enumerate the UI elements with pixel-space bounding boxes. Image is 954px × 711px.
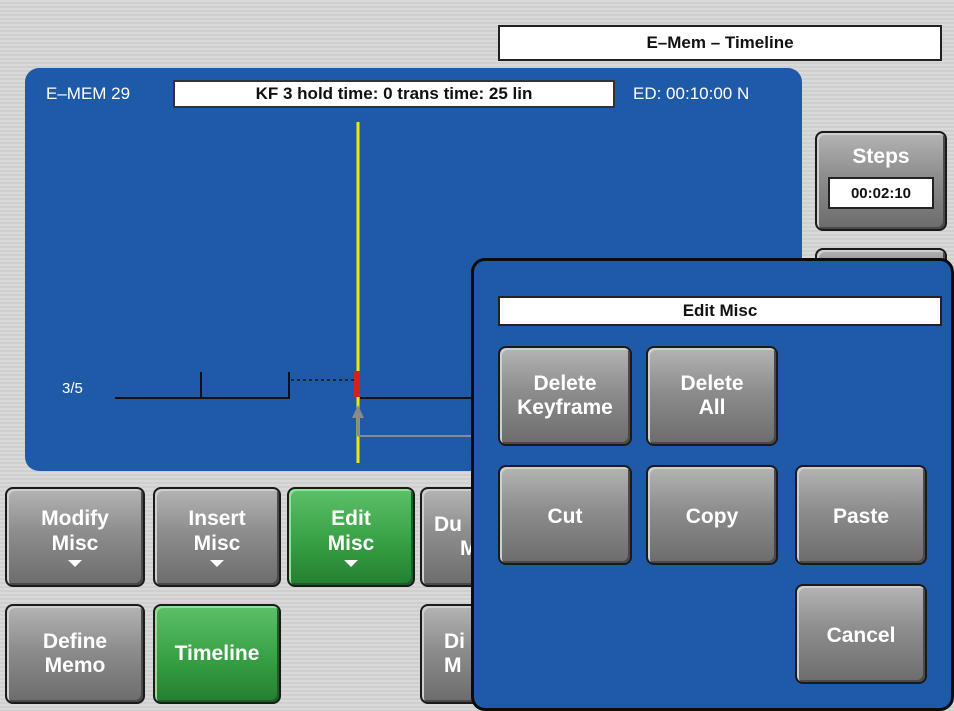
steps-value: 00:02:10: [828, 177, 934, 210]
paste-button[interactable]: Paste: [795, 465, 927, 565]
dropdown-arrow-icon: [68, 559, 82, 567]
dropdown-arrow-icon: [344, 559, 358, 567]
insert-misc-button[interactable]: Insert Misc: [153, 487, 281, 587]
edit-misc-button[interactable]: Edit Misc: [287, 487, 415, 587]
current-keyframe-marker: [354, 371, 360, 397]
define-memo-button[interactable]: Define Memo: [5, 604, 145, 704]
delete-all-button[interactable]: Delete All: [646, 346, 778, 446]
cancel-button[interactable]: Cancel: [795, 584, 927, 684]
copy-button[interactable]: Copy: [646, 465, 778, 565]
timeline-button[interactable]: Timeline: [153, 604, 281, 704]
delete-keyframe-button[interactable]: Delete Keyframe: [498, 346, 632, 446]
steps-label: Steps: [852, 145, 910, 168]
dialog-title: Edit Misc: [498, 296, 942, 326]
modify-misc-button[interactable]: Modify Misc: [5, 487, 145, 587]
dropdown-arrow-icon: [210, 559, 224, 567]
keyframe-pointer-icon: [352, 405, 364, 418]
cut-button[interactable]: Cut: [498, 465, 632, 565]
steps-button[interactable]: Steps 00:02:10: [815, 131, 947, 231]
